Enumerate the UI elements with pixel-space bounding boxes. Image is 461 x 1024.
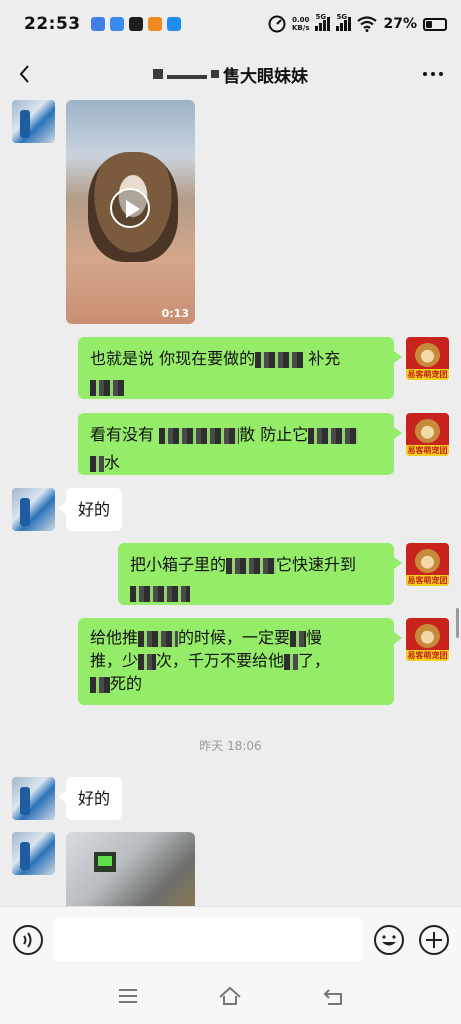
avatar-caption: 易客萌宠团队 xyxy=(406,650,449,661)
contact-avatar[interactable] xyxy=(12,100,55,143)
ellipsis-icon[interactable] xyxy=(421,64,445,84)
back-icon[interactable] xyxy=(12,60,40,88)
network-speed-unit: KB/s xyxy=(292,24,310,32)
network-speed: 0.00 KB/s xyxy=(292,16,309,32)
signal-icon: 5G xyxy=(315,13,331,31)
my-avatar[interactable]: 易客萌宠团队 xyxy=(406,337,449,380)
battery-icon xyxy=(423,17,447,31)
message-text: 补充 xyxy=(308,349,341,368)
image-message[interactable] xyxy=(66,832,195,906)
redacted-block xyxy=(153,69,163,79)
redacted-block xyxy=(211,70,219,78)
message-text: 水 xyxy=(104,453,121,472)
chat-title-text: 售大眼妹妹 xyxy=(223,66,308,87)
message-text: 好的 xyxy=(78,789,111,808)
sim1-tag: 5G xyxy=(315,13,327,21)
message-text: 了， xyxy=(298,651,331,670)
message-text: 死的 xyxy=(110,674,143,693)
timestamp: 昨天 18:06 xyxy=(199,739,262,753)
message-text: 散 防止它 xyxy=(239,425,309,444)
chat-title: 售大眼妹妹 xyxy=(153,62,308,87)
message-text: 它快速升到 xyxy=(276,555,357,574)
plus-icon[interactable] xyxy=(418,924,450,956)
app-notification-icon xyxy=(166,17,181,31)
signal-icon: 5G xyxy=(336,13,352,31)
system-nav-bar xyxy=(0,970,461,1024)
my-avatar[interactable]: 易客萌宠团队 xyxy=(406,618,449,661)
clock: 22:53 xyxy=(24,14,81,34)
emoji-icon[interactable] xyxy=(373,924,405,956)
home-icon[interactable] xyxy=(218,984,242,1008)
app-notification-icon xyxy=(128,17,143,31)
app-notification-icon xyxy=(90,17,105,31)
message-text: 给他推 xyxy=(90,628,139,647)
redacted-block xyxy=(167,75,207,79)
message-text: 的时候，一定要 xyxy=(178,628,291,647)
back-nav-icon[interactable] xyxy=(322,984,346,1008)
message-input[interactable] xyxy=(54,917,362,961)
message-text: 也就是说 你现在要做的 xyxy=(90,349,256,368)
sim2-tag: 5G xyxy=(336,13,348,21)
network-speed-value: 0.00 xyxy=(292,16,310,24)
scrollbar[interactable] xyxy=(456,608,459,638)
input-bar xyxy=(0,906,461,970)
message-bubble[interactable]: 给他推 的时候，一定要慢 推，少 次，千万不要给他 了， 死的 xyxy=(78,618,402,705)
avatar-caption: 易客萌宠团队 xyxy=(406,575,449,586)
app-notification-icon xyxy=(109,17,124,31)
message-bubble[interactable]: 好的 xyxy=(57,488,123,531)
message-text: 把小箱子里的 xyxy=(130,555,227,574)
video-duration: 0:13 xyxy=(161,307,189,320)
device-screen xyxy=(94,852,116,872)
status-bar: 22:53 0.00 KB/s 5G 5G 27% xyxy=(0,0,461,48)
notification-icons xyxy=(90,17,181,31)
voice-input-icon[interactable] xyxy=(12,924,44,956)
wifi-icon xyxy=(357,16,378,32)
play-icon[interactable] xyxy=(110,188,150,228)
message-list[interactable]: 0:13 易客萌宠团队 也就是说 你现在要做的 补充 易客萌宠团队 看有没有 散… xyxy=(0,100,461,906)
app-notification-icon xyxy=(147,17,162,31)
message-text: 好的 xyxy=(78,500,111,519)
message-text: 推，少 xyxy=(90,651,139,670)
menu-icon[interactable] xyxy=(116,984,140,1008)
message-bubble[interactable]: 看有没有 散 防止它 水 xyxy=(78,413,402,475)
avatar-caption: 易客萌宠团队 xyxy=(406,369,449,380)
message-text: 慢 xyxy=(306,628,323,647)
my-avatar[interactable]: 易客萌宠团队 xyxy=(406,413,449,456)
battery-percent: 27% xyxy=(383,16,417,32)
contact-avatar[interactable] xyxy=(12,777,55,820)
message-text: 看有没有 xyxy=(90,425,155,444)
video-message[interactable]: 0:13 xyxy=(66,100,195,324)
speedometer-icon xyxy=(268,15,286,33)
my-avatar[interactable]: 易客萌宠团队 xyxy=(406,543,449,586)
contact-avatar[interactable] xyxy=(12,832,55,875)
message-bubble[interactable]: 好的 xyxy=(57,777,123,820)
avatar-caption: 易客萌宠团队 xyxy=(406,445,449,456)
message-bubble[interactable]: 把小箱子里的 它快速升到 xyxy=(118,543,402,605)
chat-header: 售大眼妹妹 xyxy=(0,48,461,100)
message-bubble[interactable]: 也就是说 你现在要做的 补充 xyxy=(78,337,402,399)
message-text: 次，千万不要给他 xyxy=(156,651,285,670)
contact-avatar[interactable] xyxy=(12,488,55,531)
